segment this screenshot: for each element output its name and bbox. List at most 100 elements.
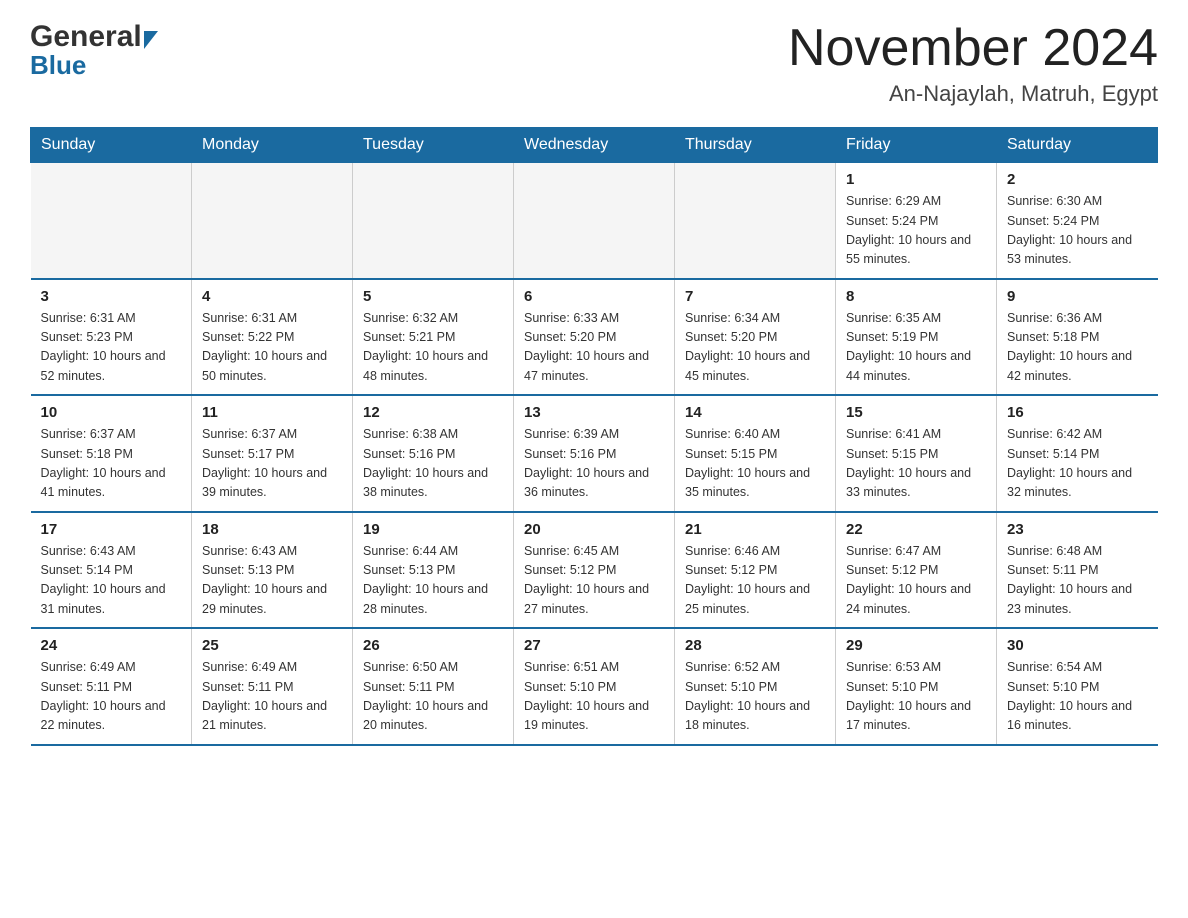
day-cell: 7 Sunrise: 6:34 AMSunset: 5:20 PMDaylight…: [675, 279, 836, 396]
day-cell: 24Sunrise: 6:49 AMSunset: 5:11 PMDayligh…: [31, 628, 192, 745]
page-title: November 2024: [788, 20, 1158, 77]
day-cell: 26 Sunrise: 6:50 AMSunset: 5:11 PMDayligh…: [353, 628, 514, 745]
day-number: 9: [1007, 288, 1148, 305]
day-info: Sunrise: 6:33 AMSunset: 5:20 PMDaylight:…: [524, 309, 664, 387]
day-number: 8: [846, 288, 986, 305]
day-cell: 23 Sunrise: 6:48 AMSunset: 5:11 PMDayligh…: [997, 512, 1158, 629]
day-cell: 6 Sunrise: 6:33 AMSunset: 5:20 PMDaylight…: [514, 279, 675, 396]
day-number: 27: [524, 637, 664, 654]
day-number: 17: [41, 521, 182, 538]
day-info: Sunrise: 6:31 AMSunset: 5:23 PMDaylight:…: [41, 309, 182, 387]
day-number: 12: [363, 404, 503, 421]
day-info: Sunrise: 6:52 AMSunset: 5:10 PMDaylight:…: [685, 658, 825, 736]
header-cell-saturday: Saturday: [997, 128, 1158, 163]
title-area: November 2024 An-Najaylah, Matruh, Egypt: [788, 20, 1158, 107]
day-cell: [514, 163, 675, 279]
day-number: 25: [202, 637, 342, 654]
day-cell: 22 Sunrise: 6:47 AMSunset: 5:12 PMDayligh…: [836, 512, 997, 629]
header-cell-sunday: Sunday: [31, 128, 192, 163]
page-header: General Blue November 2024 An-Najaylah, …: [30, 20, 1158, 107]
day-number: 4: [202, 288, 342, 305]
week-row-5: 24 Sunrise: 6:49 AMSunset: 5:11 PMDayligh…: [31, 628, 1158, 745]
day-number: 15: [846, 404, 986, 421]
week-row-1: 1 Sunrise: 6:29 AMSunset: 5:24 PMDaylight…: [31, 163, 1158, 279]
day-info: Sunrise: 6:54 AMSunset: 5:10 PMDaylight:…: [1007, 658, 1148, 736]
day-number: 21: [685, 521, 825, 538]
week-row-3: 10 Sunrise: 6:37 AMSunset: 5:18 PMDayligh…: [31, 395, 1158, 512]
logo-blue-text: Blue: [30, 50, 86, 81]
day-number: 10: [41, 404, 182, 421]
day-info: Sunrise: 6:35 AMSunset: 5:19 PMDaylight:…: [846, 309, 986, 387]
day-number: 5: [363, 288, 503, 305]
day-info: Sunrise: 6:30 AMSunset: 5:24 PMDaylight:…: [1007, 192, 1148, 270]
day-cell: 16 Sunrise: 6:42 AMSunset: 5:14 PMDayligh…: [997, 395, 1158, 512]
day-info: Sunrise: 6:48 AMSunset: 5:11 PMDaylight:…: [1007, 542, 1148, 620]
day-number: 7: [685, 288, 825, 305]
day-info: Sunrise: 6:40 AMSunset: 5:15 PMDaylight:…: [685, 425, 825, 503]
day-info: Sunrise: 6:38 AMSunset: 5:16 PMDaylight:…: [363, 425, 503, 503]
day-number: 29: [846, 637, 986, 654]
day-number: 30: [1007, 637, 1148, 654]
header-cell-friday: Friday: [836, 128, 997, 163]
week-row-4: 17Sunrise: 6:43 AMSunset: 5:14 PMDayligh…: [31, 512, 1158, 629]
day-number: 26: [363, 637, 503, 654]
day-number: 1: [846, 171, 986, 188]
day-info: Sunrise: 6:49 AMSunset: 5:11 PMDaylight:…: [202, 658, 342, 736]
day-number: 11: [202, 404, 342, 421]
day-cell: 10 Sunrise: 6:37 AMSunset: 5:18 PMDayligh…: [31, 395, 192, 512]
day-cell: 1 Sunrise: 6:29 AMSunset: 5:24 PMDaylight…: [836, 163, 997, 279]
header-cell-monday: Monday: [192, 128, 353, 163]
day-info: Sunrise: 6:36 AMSunset: 5:18 PMDaylight:…: [1007, 309, 1148, 387]
day-cell: 21 Sunrise: 6:46 AMSunset: 5:12 PMDayligh…: [675, 512, 836, 629]
day-cell: 20Sunrise: 6:45 AMSunset: 5:12 PMDayligh…: [514, 512, 675, 629]
day-cell: [31, 163, 192, 279]
day-number: 28: [685, 637, 825, 654]
day-cell: [192, 163, 353, 279]
header-cell-thursday: Thursday: [675, 128, 836, 163]
day-info: Sunrise: 6:42 AMSunset: 5:14 PMDaylight:…: [1007, 425, 1148, 503]
day-info: Sunrise: 6:32 AMSunset: 5:21 PMDaylight:…: [363, 309, 503, 387]
day-cell: 18 Sunrise: 6:43 AMSunset: 5:13 PMDayligh…: [192, 512, 353, 629]
day-number: 16: [1007, 404, 1148, 421]
day-cell: [353, 163, 514, 279]
calendar-table: SundayMondayTuesdayWednesdayThursdayFrid…: [30, 127, 1158, 746]
day-info: Sunrise: 6:46 AMSunset: 5:12 PMDaylight:…: [685, 542, 825, 620]
calendar-body: 1 Sunrise: 6:29 AMSunset: 5:24 PMDaylight…: [31, 163, 1158, 745]
day-number: 18: [202, 521, 342, 538]
day-cell: 4 Sunrise: 6:31 AMSunset: 5:22 PMDaylight…: [192, 279, 353, 396]
day-cell: 13Sunrise: 6:39 AMSunset: 5:16 PMDayligh…: [514, 395, 675, 512]
day-info: Sunrise: 6:31 AMSunset: 5:22 PMDaylight:…: [202, 309, 342, 387]
day-info: Sunrise: 6:41 AMSunset: 5:15 PMDaylight:…: [846, 425, 986, 503]
day-number: 14: [685, 404, 825, 421]
day-number: 23: [1007, 521, 1148, 538]
day-info: Sunrise: 6:50 AMSunset: 5:11 PMDaylight:…: [363, 658, 503, 736]
day-cell: [675, 163, 836, 279]
logo-general-text: General: [30, 20, 142, 54]
day-cell: 28 Sunrise: 6:52 AMSunset: 5:10 PMDayligh…: [675, 628, 836, 745]
day-cell: 30 Sunrise: 6:54 AMSunset: 5:10 PMDayligh…: [997, 628, 1158, 745]
calendar-header: SundayMondayTuesdayWednesdayThursdayFrid…: [31, 128, 1158, 163]
day-info: Sunrise: 6:34 AMSunset: 5:20 PMDaylight:…: [685, 309, 825, 387]
day-info: Sunrise: 6:43 AMSunset: 5:13 PMDaylight:…: [202, 542, 342, 620]
day-info: Sunrise: 6:45 AMSunset: 5:12 PMDaylight:…: [524, 542, 664, 620]
day-info: Sunrise: 6:53 AMSunset: 5:10 PMDaylight:…: [846, 658, 986, 736]
day-cell: 12 Sunrise: 6:38 AMSunset: 5:16 PMDayligh…: [353, 395, 514, 512]
header-cell-tuesday: Tuesday: [353, 128, 514, 163]
day-cell: 19Sunrise: 6:44 AMSunset: 5:13 PMDayligh…: [353, 512, 514, 629]
day-info: Sunrise: 6:29 AMSunset: 5:24 PMDaylight:…: [846, 192, 986, 270]
day-cell: 5 Sunrise: 6:32 AMSunset: 5:21 PMDaylight…: [353, 279, 514, 396]
day-info: Sunrise: 6:47 AMSunset: 5:12 PMDaylight:…: [846, 542, 986, 620]
day-number: 24: [41, 637, 182, 654]
day-number: 6: [524, 288, 664, 305]
day-number: 19: [363, 521, 503, 538]
day-cell: 15 Sunrise: 6:41 AMSunset: 5:15 PMDayligh…: [836, 395, 997, 512]
page-subtitle: An-Najaylah, Matruh, Egypt: [788, 81, 1158, 107]
day-cell: 3Sunrise: 6:31 AMSunset: 5:23 PMDaylight…: [31, 279, 192, 396]
logo-arrow-icon: [144, 31, 158, 49]
day-info: Sunrise: 6:37 AMSunset: 5:17 PMDaylight:…: [202, 425, 342, 503]
day-info: Sunrise: 6:37 AMSunset: 5:18 PMDaylight:…: [41, 425, 182, 503]
day-cell: 27Sunrise: 6:51 AMSunset: 5:10 PMDayligh…: [514, 628, 675, 745]
day-cell: 29 Sunrise: 6:53 AMSunset: 5:10 PMDayligh…: [836, 628, 997, 745]
day-number: 22: [846, 521, 986, 538]
day-cell: 8 Sunrise: 6:35 AMSunset: 5:19 PMDaylight…: [836, 279, 997, 396]
